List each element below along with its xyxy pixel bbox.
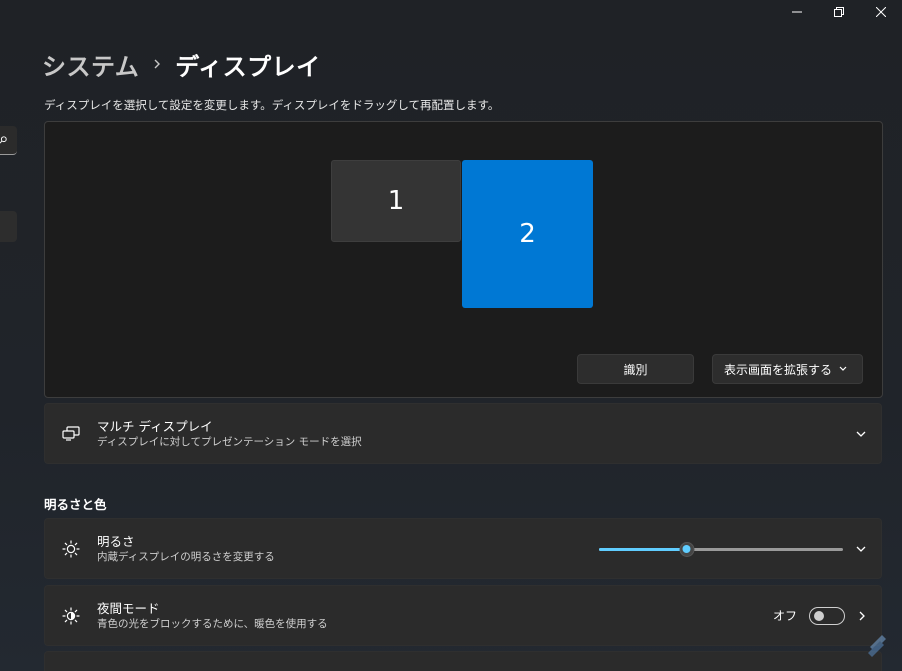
chevron-right-icon[interactable] xyxy=(857,610,867,622)
identify-button[interactable]: 識別 xyxy=(577,354,694,384)
brightness-expand[interactable] xyxy=(855,544,881,554)
next-settings-card[interactable] xyxy=(44,651,882,671)
sun-icon xyxy=(45,539,97,558)
night-mode-card[interactable]: 夜間モード 青色の光をブロックするために、暖色を使用する オフ xyxy=(44,585,882,646)
night-mode-subtitle: 青色の光をブロックするために、暖色を使用する xyxy=(97,617,328,630)
arrangement-instruction: ディスプレイを選択して設定を変更します。ディスプレイをドラッグして再配置します。 xyxy=(44,98,500,112)
search-icon xyxy=(0,136,7,144)
multi-display-text: マルチ ディスプレイ ディスプレイに対してプレゼンテーション モードを選択 xyxy=(97,419,855,449)
page-title: ディスプレイ xyxy=(175,52,321,81)
minimize-button[interactable] xyxy=(776,0,818,24)
brightness-text: 明るさ 内蔵ディスプレイの明るさを変更する xyxy=(97,534,599,564)
chevron-right-icon xyxy=(153,58,161,70)
slider-fill xyxy=(599,547,687,551)
night-light-icon xyxy=(45,606,97,625)
monitor-2[interactable]: 2 xyxy=(462,160,593,308)
monitor-1[interactable]: 1 xyxy=(331,160,461,242)
section-title-brightness-color: 明るさと色 xyxy=(44,497,107,512)
night-mode-title: 夜間モード xyxy=(97,600,160,616)
chevron-down-icon xyxy=(856,546,866,552)
restore-icon xyxy=(834,7,844,17)
multi-display-subtitle: ディスプレイに対してプレゼンテーション モードを選択 xyxy=(97,435,362,448)
restore-button[interactable] xyxy=(818,0,860,24)
display-mode-value: 表示画面を拡張する xyxy=(724,362,833,377)
multi-display-card[interactable]: マルチ ディスプレイ ディスプレイに対してプレゼンテーション モードを選択 xyxy=(44,403,882,464)
brightness-subtitle: 内蔵ディスプレイの明るさを変更する xyxy=(97,550,275,563)
caption-buttons xyxy=(776,0,902,24)
multi-display-title: マルチ ディスプレイ xyxy=(97,418,213,434)
chevron-down-icon xyxy=(839,366,847,371)
close-button[interactable] xyxy=(860,0,902,24)
close-icon xyxy=(876,7,886,17)
brightness-card: 明るさ 内蔵ディスプレイの明るさを変更する xyxy=(44,518,882,579)
settings-window: システム ディスプレイ ディスプレイを選択して設定を変更します。ディスプレイをド… xyxy=(0,0,902,671)
brightness-slider[interactable] xyxy=(599,540,843,558)
chevron-down-icon xyxy=(856,431,866,437)
multi-display-expand[interactable] xyxy=(855,429,881,439)
night-mode-controls: オフ xyxy=(772,606,881,625)
brightness-title: 明るさ xyxy=(97,533,135,549)
nav-item-selected[interactable] xyxy=(0,211,17,242)
nav-search-box[interactable] xyxy=(0,126,17,155)
slider-thumb[interactable] xyxy=(679,541,695,557)
night-mode-toggle[interactable] xyxy=(809,606,845,625)
multi-display-icon xyxy=(45,425,97,442)
watermark-logo xyxy=(862,629,892,659)
display-arrangement-area: 1 2 識別 表示画面を拡張する xyxy=(44,121,883,398)
night-mode-toggle-label: オフ xyxy=(772,609,797,623)
night-mode-text: 夜間モード 青色の光をブロックするために、暖色を使用する xyxy=(97,601,773,631)
display-mode-select[interactable]: 表示画面を拡張する xyxy=(712,354,863,384)
minimize-icon xyxy=(792,11,802,13)
breadcrumb-parent[interactable]: システム xyxy=(42,47,139,82)
breadcrumb: システム ディスプレイ xyxy=(42,46,321,82)
